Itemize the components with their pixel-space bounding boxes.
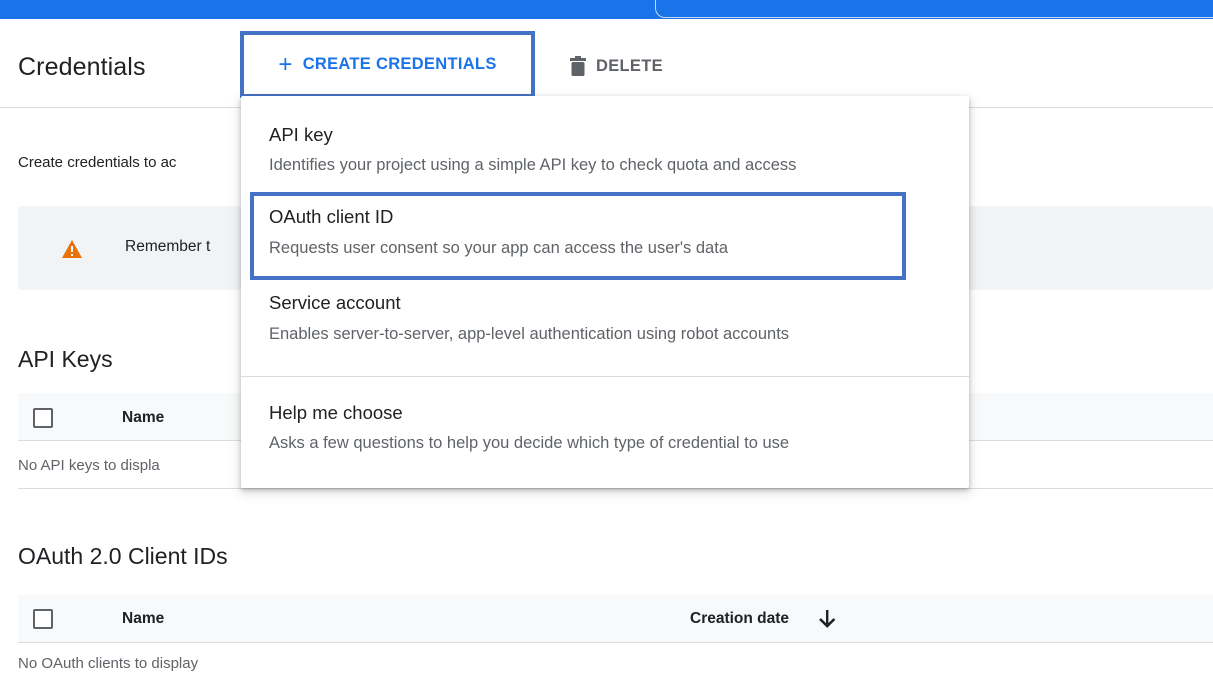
oauth-clients-title: OAuth 2.0 Client IDs <box>18 543 228 569</box>
menu-item-description: Requests user consent so your app can ac… <box>269 239 728 257</box>
oauth-clients-table-header <box>18 595 1213 643</box>
api-keys-row-divider <box>18 488 1213 489</box>
warning-icon <box>62 240 82 258</box>
trash-icon <box>570 56 586 76</box>
api-keys-title: API Keys <box>18 346 113 372</box>
create-credentials-menu: API key Identifies your project using a … <box>241 96 969 488</box>
page-title: Credentials <box>18 53 146 81</box>
menu-item-description: Identifies your project using a simple A… <box>269 156 797 174</box>
search-bar[interactable] <box>655 0 1213 18</box>
menu-item-help-me-choose[interactable]: Help me choose Asks a few questions to h… <box>241 390 969 476</box>
oauth-empty-text: No OAuth clients to display <box>18 655 199 672</box>
api-keys-column-name: Name <box>122 409 165 426</box>
oauth-column-name: Name <box>122 610 165 627</box>
oauth-select-all-checkbox[interactable] <box>33 609 53 629</box>
intro-text: Create credentials to ac <box>18 154 177 171</box>
menu-item-title: Help me choose <box>269 402 403 423</box>
arrow-down-icon[interactable] <box>818 609 836 629</box>
create-credentials-label: CREATE CREDENTIALS <box>302 55 497 73</box>
menu-item-description: Asks a few questions to help you decide … <box>269 434 790 452</box>
menu-item-api-key[interactable]: API key Identifies your project using a … <box>241 110 969 196</box>
menu-item-service-account[interactable]: Service account Enables server-to-server… <box>241 280 969 366</box>
page-header: Credentials + CREATE CREDENTIALS DELETE <box>0 19 1213 108</box>
credentials-page: Credentials + CREATE CREDENTIALS DELETE … <box>0 0 1213 686</box>
create-credentials-button[interactable]: + CREATE CREDENTIALS <box>240 31 535 98</box>
oauth-column-creation-date[interactable]: Creation date <box>690 610 789 628</box>
menu-item-title: OAuth client ID <box>269 206 394 227</box>
menu-divider <box>241 376 969 377</box>
delete-button[interactable]: DELETE <box>570 53 663 79</box>
menu-item-description: Enables server-to-server, app-level auth… <box>269 325 790 343</box>
menu-item-oauth-client-id[interactable]: OAuth client ID Requests user consent so… <box>250 192 906 280</box>
api-keys-empty-text: No API keys to displa <box>18 457 160 474</box>
warning-text: Remember t <box>125 238 211 255</box>
menu-item-title: API key <box>269 124 333 145</box>
api-keys-select-all-checkbox[interactable] <box>33 408 53 428</box>
delete-label: DELETE <box>596 56 663 75</box>
plus-icon: + <box>278 50 293 78</box>
top-app-bar <box>0 0 1213 19</box>
menu-item-title: Service account <box>269 292 401 313</box>
